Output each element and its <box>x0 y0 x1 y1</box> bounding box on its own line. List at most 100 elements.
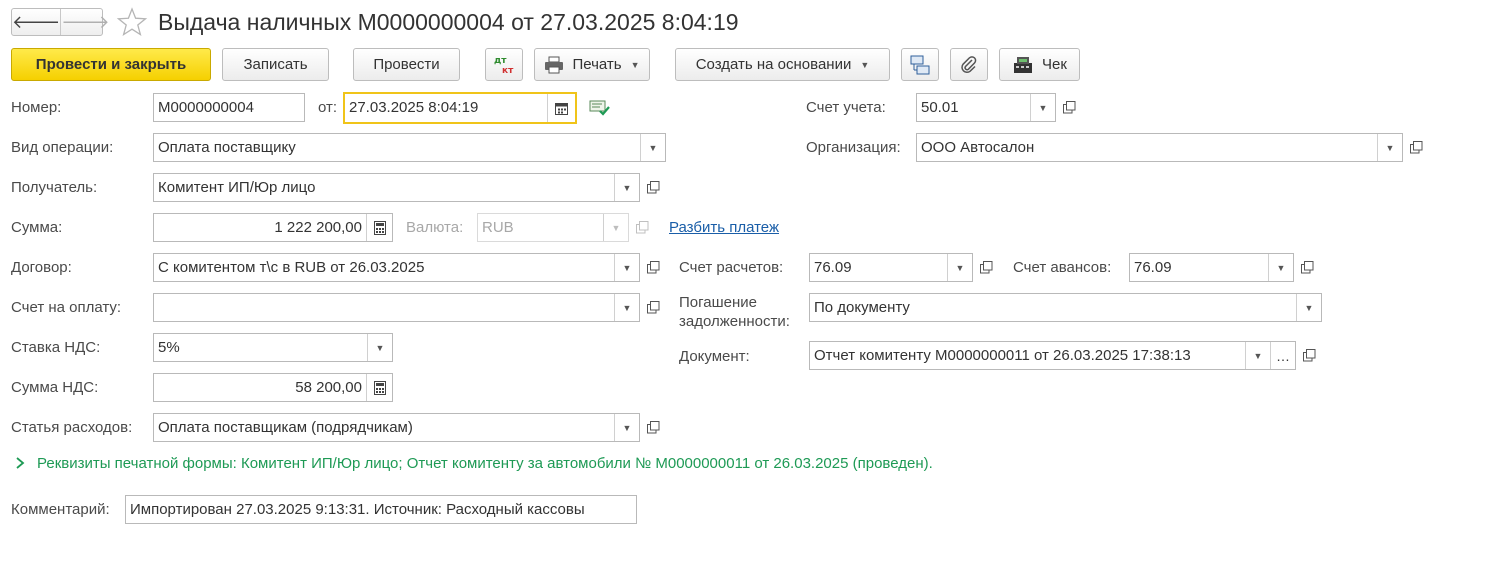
open-account-button[interactable] <box>1057 93 1081 122</box>
open-icon <box>646 261 659 274</box>
save-button[interactable]: Записать <box>222 48 329 81</box>
printer-icon <box>544 56 564 74</box>
operation-field[interactable]: Оплата поставщику ▼ <box>153 133 666 162</box>
open-icon <box>1300 261 1313 274</box>
open-settlement-button[interactable] <box>974 253 998 282</box>
print-button[interactable]: Печать ▼ <box>534 48 650 81</box>
chevron-down-icon[interactable]: ▼ <box>1296 294 1321 321</box>
structure-button[interactable] <box>901 48 939 81</box>
open-expense-button[interactable] <box>641 413 665 442</box>
recipient-field[interactable]: Комитент ИП/Юр лицо ▼ <box>153 173 640 202</box>
invoice-field[interactable]: ▼ <box>153 293 640 322</box>
expense-item-field[interactable]: Оплата поставщикам (подрядчикам) ▼ <box>153 413 640 442</box>
chevron-down-icon: ▼ <box>860 59 870 70</box>
chevron-down-icon[interactable]: ▼ <box>614 294 639 321</box>
open-icon <box>1302 349 1315 362</box>
contract-field[interactable]: С комитентом т\с в RUB от 26.03.2025 ▼ <box>153 253 640 282</box>
chevron-down-icon[interactable]: ▼ <box>614 414 639 441</box>
forward-button[interactable]: 🡒 <box>61 9 109 35</box>
open-icon <box>979 261 992 274</box>
post-button[interactable]: Провести <box>353 48 460 81</box>
chevron-down-icon[interactable]: ▼ <box>947 254 972 281</box>
comment-field[interactable]: Импортирован 27.03.2025 9:13:31. Источни… <box>125 495 637 524</box>
calculator-button[interactable] <box>366 214 392 241</box>
chevron-down-icon[interactable]: ▼ <box>1245 342 1270 369</box>
open-icon <box>1409 141 1422 154</box>
amount-field[interactable]: 1 222 200,00 <box>153 213 393 242</box>
calendar-icon <box>555 102 568 115</box>
calendar-button[interactable] <box>547 94 575 122</box>
open-currency-button <box>630 213 654 242</box>
operation-label: Вид операции: <box>11 139 114 156</box>
vat-amount-field[interactable]: 58 200,00 <box>153 373 393 402</box>
chevron-down-icon[interactable]: ▼ <box>1377 134 1402 161</box>
create-based-on-button[interactable]: Создать на основании ▼ <box>675 48 890 81</box>
calculator-icon <box>373 380 386 395</box>
advance-account-field[interactable]: 76.09 ▼ <box>1129 253 1294 282</box>
chevron-down-icon[interactable]: ▼ <box>614 174 639 201</box>
attach-button[interactable] <box>950 48 988 81</box>
svg-text:кт: кт <box>502 66 514 76</box>
arrow-left-icon: 🡐 <box>12 11 61 32</box>
document-structure-icon <box>910 55 930 74</box>
comment-label: Комментарий: <box>11 501 110 518</box>
nav-group: 🡐 🡒 <box>11 8 110 36</box>
invoice-label: Счет на оплату: <box>11 299 122 316</box>
date-label: от: <box>318 99 338 116</box>
open-advance-button[interactable] <box>1295 253 1319 282</box>
expense-item-label: Статья расходов: <box>11 419 133 436</box>
amount-label: Сумма: <box>11 219 63 236</box>
organization-field[interactable]: ООО Автосалон ▼ <box>916 133 1403 162</box>
vat-rate-field[interactable]: 5% ▼ <box>153 333 393 362</box>
chevron-down-icon[interactable]: ▼ <box>614 254 639 281</box>
date-field[interactable]: 27.03.2025 8:04:19 <box>343 92 577 124</box>
contract-label: Договор: <box>11 259 72 276</box>
open-document-button[interactable] <box>1297 341 1321 370</box>
number-edit-icon[interactable] <box>588 98 612 118</box>
open-recipient-button[interactable] <box>641 173 665 202</box>
repayment-label-line1: Погашение <box>679 294 757 311</box>
open-invoice-button[interactable] <box>641 293 665 322</box>
chevron-down-icon: ▼ <box>630 59 640 70</box>
open-icon <box>646 301 659 314</box>
open-organization-button[interactable] <box>1404 133 1428 162</box>
calculator-icon <box>373 220 386 235</box>
open-icon <box>635 221 648 234</box>
repayment-label-line2: задолженности: <box>679 313 790 330</box>
document-label: Документ: <box>679 348 750 365</box>
paperclip-icon <box>961 55 977 73</box>
settlement-account-label: Счет расчетов: <box>679 259 784 276</box>
svg-text:дт: дт <box>494 56 507 66</box>
dt-kt-button[interactable]: дт кт <box>485 48 523 81</box>
favorite-star-icon[interactable] <box>116 6 148 38</box>
account-field[interactable]: 50.01 ▼ <box>916 93 1056 122</box>
open-icon <box>646 421 659 434</box>
chevron-down-icon[interactable]: ▼ <box>1030 94 1055 121</box>
print-details-toggle[interactable]: Реквизиты печатной формы: Комитент ИП/Юр… <box>37 455 933 472</box>
select-document-button[interactable]: … <box>1270 342 1295 369</box>
dt-kt-icon: дт кт <box>494 56 514 76</box>
recipient-label: Получатель: <box>11 179 98 196</box>
chevron-down-icon[interactable]: ▼ <box>1268 254 1293 281</box>
open-contract-button[interactable] <box>641 253 665 282</box>
settlement-account-field[interactable]: 76.09 ▼ <box>809 253 973 282</box>
number-field[interactable]: М0000000004 <box>153 93 305 122</box>
currency-field: RUB ▼ <box>477 213 629 242</box>
repayment-field[interactable]: По документу ▼ <box>809 293 1322 322</box>
open-icon <box>646 181 659 194</box>
document-field[interactable]: Отчет комитенту М0000000011 от 26.03.202… <box>809 341 1296 370</box>
post-and-close-button[interactable]: Провести и закрыть <box>11 48 211 81</box>
advance-account-label: Счет авансов: <box>1013 259 1112 276</box>
vat-amount-label: Сумма НДС: <box>11 379 99 396</box>
page-title: Выдача наличных М0000000004 от 27.03.202… <box>158 9 739 35</box>
chevron-right-icon[interactable] <box>14 456 26 470</box>
back-button[interactable]: 🡐 <box>12 9 62 35</box>
receipt-check-button[interactable]: Чек <box>999 48 1080 81</box>
chevron-down-icon[interactable]: ▼ <box>640 134 665 161</box>
calculator-button[interactable] <box>366 374 392 401</box>
chevron-down-icon[interactable]: ▼ <box>367 334 392 361</box>
number-label: Номер: <box>11 99 62 116</box>
account-label: Счет учета: <box>806 99 886 116</box>
cash-register-icon <box>1012 55 1034 75</box>
split-payment-link[interactable]: Разбить платеж <box>669 219 779 236</box>
